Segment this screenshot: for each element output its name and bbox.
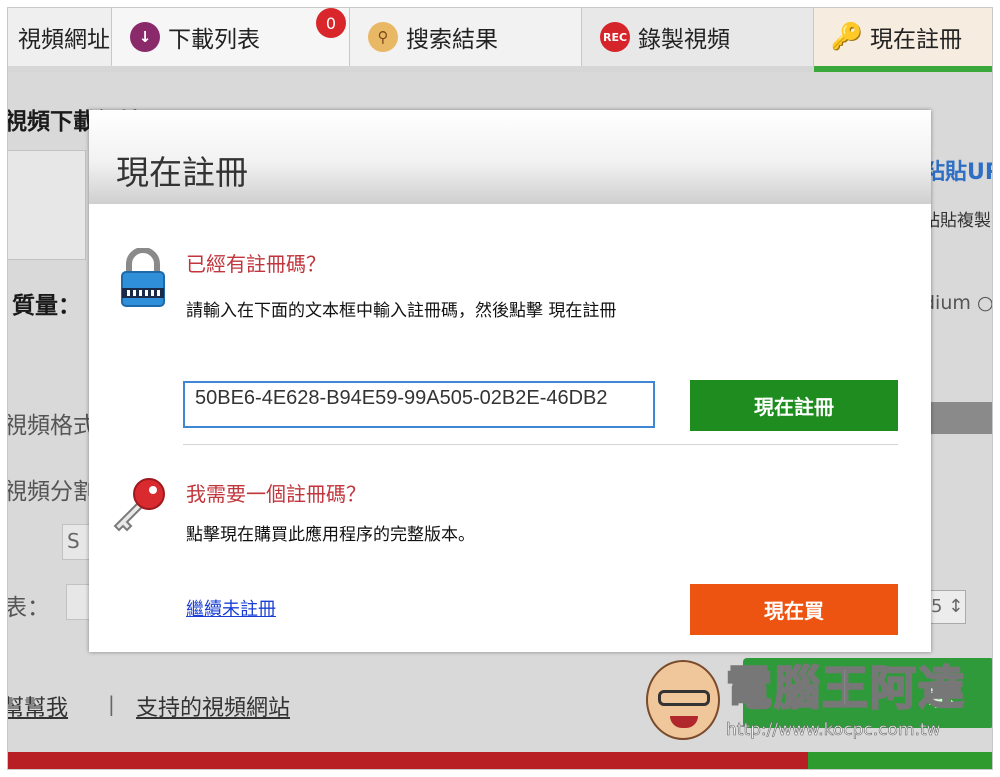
bottom-bar-green xyxy=(808,752,992,769)
tab-download-list-label: 下載列表 xyxy=(168,27,260,53)
video-split-label: 視頻分割 xyxy=(7,479,96,505)
app-window: 視頻網址 ↓ 下載列表 0 ⚲ 搜索結果 REC 錄製視頻 🔑 現在註冊 視頻下… xyxy=(7,7,993,770)
table-label: 表： xyxy=(7,595,50,621)
watermark-url: http://www.kocpc.com.tw xyxy=(726,720,941,741)
link-separator: | xyxy=(108,692,115,716)
dialog-title: 現在註冊 xyxy=(116,153,248,192)
quality-label: 質量： xyxy=(12,293,81,319)
mouth-icon xyxy=(670,716,698,728)
search-icon: ⚲ xyxy=(368,22,398,52)
watermark-title: 電腦王阿達 xyxy=(725,660,966,716)
download-count-badge: 0 xyxy=(316,8,346,38)
glasses-icon xyxy=(658,690,710,706)
mascot-face-icon xyxy=(646,660,720,740)
tab-download-list[interactable]: ↓ 下載列表 xyxy=(112,8,350,66)
tab-record-video-label: 錄製視頻 xyxy=(638,27,730,53)
registration-code-input[interactable] xyxy=(183,381,655,428)
format-select[interactable] xyxy=(923,402,992,434)
tab-video-url-label: 視頻網址 xyxy=(18,27,110,53)
tab-bar: 視頻網址 ↓ 下載列表 0 ⚲ 搜索結果 REC 錄製視頻 🔑 現在註冊 xyxy=(8,8,992,66)
spinner-value: 5 xyxy=(931,596,943,617)
video-format-label: 視頻格式 xyxy=(7,413,96,439)
tab-search-results-label: 搜索結果 xyxy=(406,27,498,53)
continue-unregistered-link[interactable]: 繼續未註冊 xyxy=(186,595,276,621)
split-field[interactable]: S xyxy=(62,524,92,560)
need-code-heading: 我需要一個註冊碼？ xyxy=(186,482,366,506)
tab-video-url[interactable]: 視頻網址 xyxy=(8,8,112,66)
bottom-bar-red xyxy=(8,752,808,769)
tab-register-now-label: 現在註冊 xyxy=(870,27,962,53)
help-link[interactable]: 幫幫我 xyxy=(8,690,68,722)
number-spinner[interactable]: 5 ↕ xyxy=(926,590,966,624)
watermark: 電腦王阿達 http://www.kocpc.com.tw xyxy=(646,650,966,750)
spinner-arrows-icon[interactable]: ↕ xyxy=(948,596,963,617)
divider xyxy=(183,444,898,445)
quality-option-medium[interactable]: dium ○ xyxy=(923,292,992,314)
tab-record-video[interactable]: REC 錄製視頻 xyxy=(582,8,814,66)
register-dialog: 現在註冊 已經有註冊碼？ 請輸入在下面的文本框中輸入註冊碼，然後點擊 現在註冊 … xyxy=(89,110,931,652)
lock-icon xyxy=(121,248,165,307)
key-icon: 🔑 xyxy=(830,22,864,52)
dialog-header: 現在註冊 xyxy=(89,110,931,204)
register-now-button[interactable]: 現在註冊 xyxy=(690,380,898,431)
have-code-heading: 已經有註冊碼？ xyxy=(186,252,326,276)
have-code-description: 請輸入在下面的文本框中輸入註冊碼，然後點擊 現在註冊 xyxy=(186,301,617,321)
supported-sites-link[interactable]: 支持的視頻網站 xyxy=(136,690,290,722)
download-icon: ↓ xyxy=(130,22,160,52)
tab-search-results[interactable]: ⚲ 搜索結果 xyxy=(350,8,582,66)
tab-register-now[interactable]: 🔑 現在註冊 xyxy=(814,8,992,66)
paste-hint: 粘貼複製 xyxy=(923,211,991,231)
key-icon xyxy=(113,478,165,532)
url-input-area[interactable] xyxy=(8,150,86,260)
radio-button[interactable]: ○ xyxy=(977,292,992,314)
record-icon: REC xyxy=(600,22,630,52)
need-code-description: 點擊現在購買此應用程序的完整版本。 xyxy=(186,525,475,545)
buy-now-button[interactable]: 現在買 xyxy=(690,584,898,635)
paste-url-button[interactable]: 粘貼UR xyxy=(923,154,992,186)
